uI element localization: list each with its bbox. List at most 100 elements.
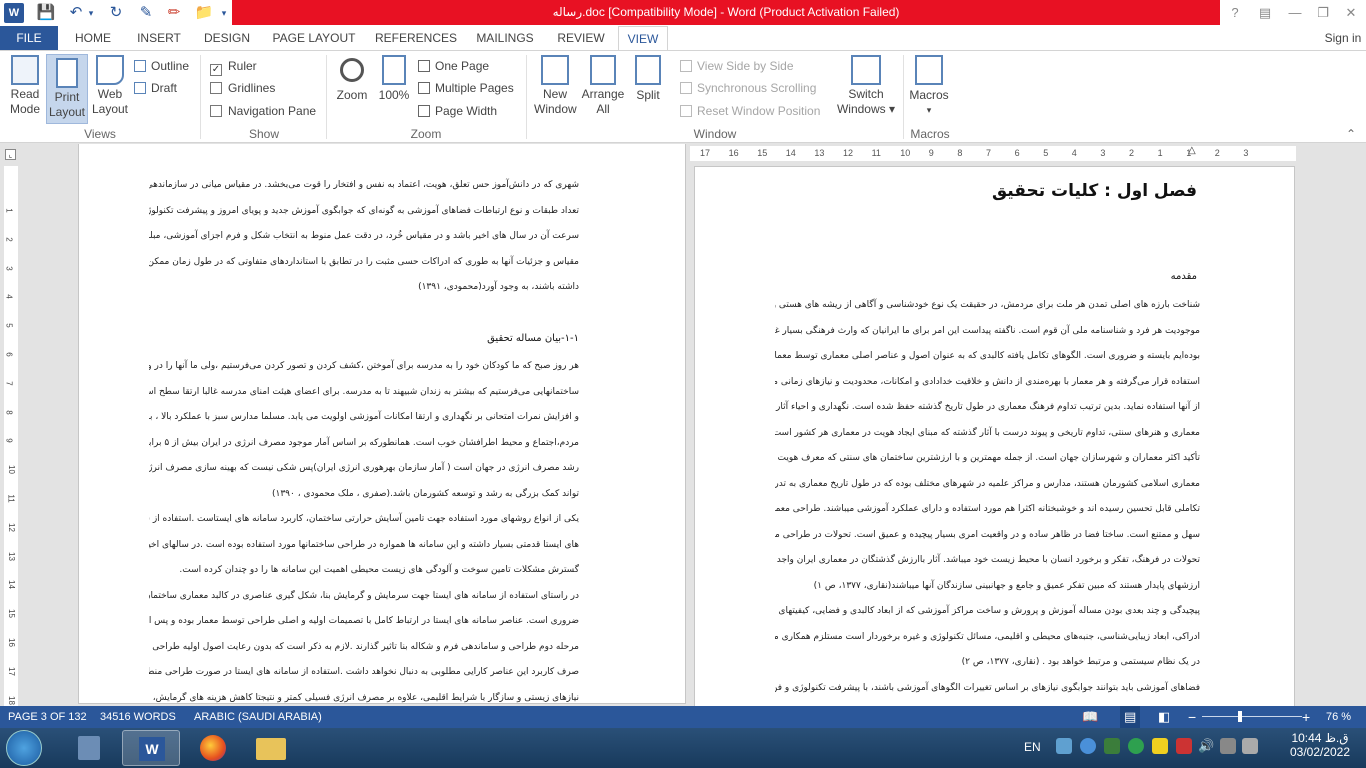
zoom-slider-thumb[interactable] <box>1238 711 1243 722</box>
new-window-icon <box>541 55 569 85</box>
tab-view[interactable]: VIEW <box>618 26 668 51</box>
macros-button[interactable]: Macros ▾ <box>906 55 952 123</box>
vertical-ruler[interactable]: 1 2 3 4 5 6 7 8 9 10 11 12 13 14 15 16 17 18 <box>4 166 18 706</box>
zoom-out-icon[interactable]: − <box>1188 706 1196 728</box>
switch-windows-button[interactable]: Switch Windows ▾ <box>836 55 896 123</box>
taskbar-app-word[interactable]: W <box>122 730 180 766</box>
tab-file[interactable]: FILE <box>0 26 58 50</box>
paragraph-line: ضروری است. عناصر سامانه های ایستا در ارت… <box>149 616 579 626</box>
minimize-icon[interactable]: — <box>1280 0 1310 25</box>
redo-icon[interactable]: ↻ <box>106 3 126 23</box>
multiple-pages-button[interactable]: Multiple Pages <box>418 78 514 98</box>
vruler-tick-label: 15 <box>6 609 16 619</box>
page-indicator[interactable]: PAGE 3 OF 132 <box>8 706 87 728</box>
gridlines-checkbox[interactable]: Gridlines <box>210 78 275 98</box>
undo-icon[interactable]: ↶ <box>66 3 86 23</box>
word-icon: W <box>139 737 165 761</box>
web-layout-button[interactable]: Web Layout <box>90 55 130 123</box>
restore-icon[interactable]: ❐ <box>1308 0 1338 25</box>
language-indicator[interactable]: ARABIC (SAUDI ARABIA) <box>194 706 322 728</box>
zoom-button[interactable]: Zoom <box>332 55 372 123</box>
tray-update-icon[interactable] <box>1080 738 1096 754</box>
separator <box>526 55 527 139</box>
draft-button[interactable]: Draft <box>134 78 177 98</box>
save-icon[interactable]: 💾 <box>36 3 56 23</box>
zoom-group-label: Zoom <box>410 127 442 141</box>
print-layout-view-icon[interactable]: ▤ <box>1120 706 1141 728</box>
tray-power-icon[interactable] <box>1242 738 1258 754</box>
indent-marker-icon[interactable]: △ <box>1188 145 1196 156</box>
document-page-right[interactable]: فصل اول : کلیات تحقیق مقدمه شناخت بارزه … <box>694 166 1295 706</box>
taskbar: W EN 🔊 10:44 ق.ظ 03/02/2022 <box>0 728 1366 768</box>
outline-button[interactable]: Outline <box>134 56 189 76</box>
customize-qat-icon[interactable]: ▾ <box>218 3 230 23</box>
folder-icon <box>256 738 286 760</box>
paragraph-line: سرعت آن در سال های اخیر باشد و در مقیاس … <box>149 231 579 241</box>
read-mode-label: Read <box>10 87 40 101</box>
ruler-tick-label: 5 <box>1043 148 1049 158</box>
zoom-slider[interactable] <box>1202 711 1302 722</box>
tray-volume-icon[interactable]: 🔊 <box>1198 738 1214 754</box>
read-mode-icon <box>11 55 39 85</box>
ruler-tick-label: 11 <box>871 148 881 158</box>
tray-security-icon[interactable] <box>1104 738 1120 754</box>
undo-dropdown-icon[interactable]: ▾ <box>86 3 96 23</box>
tab-insert[interactable]: INSERT <box>130 26 188 50</box>
one-page-button[interactable]: One Page <box>418 56 489 76</box>
web-layout-icon <box>96 55 124 85</box>
paragraph-line: مقیاس و جزئیات آنها به طوری که ادراکات ح… <box>149 256 579 267</box>
tab-design[interactable]: DESIGN <box>198 26 256 50</box>
edit-document-icon[interactable]: ✎ <box>136 3 156 23</box>
print-layout-button[interactable]: Print Layout <box>46 54 88 124</box>
paragraph-line: بوده‌ایم بایسته و ضروری است. الگوهای تکا… <box>775 351 1200 361</box>
clock[interactable]: 10:44 ق.ظ 03/02/2022 <box>1280 731 1360 759</box>
collapse-ribbon-icon[interactable]: ⌃ <box>1346 127 1356 141</box>
taskbar-app-firefox[interactable] <box>184 730 242 766</box>
zoom-percent[interactable]: 76 % <box>1326 706 1351 728</box>
tray-network-icon[interactable] <box>1056 738 1072 754</box>
horizontal-ruler[interactable]: 17 16 15 14 13 12 11 10 9 8 7 6 5 4 3 2 1 1 2 3 △ <box>690 145 1296 161</box>
tray-action-center-icon[interactable] <box>1220 738 1236 754</box>
page-width-button[interactable]: Page Width <box>418 101 497 121</box>
tray-notes-icon[interactable] <box>1152 738 1168 754</box>
taskbar-app-calc[interactable] <box>60 730 118 766</box>
close-icon[interactable]: ✕ <box>1336 0 1366 25</box>
taskbar-app-explorer[interactable] <box>242 730 300 766</box>
tab-review[interactable]: REVIEW <box>552 26 610 50</box>
switch-windows-label: Switch <box>848 87 884 101</box>
new-window-button[interactable]: New Window <box>534 55 577 123</box>
input-language[interactable]: EN <box>1024 740 1041 754</box>
tray-app-icon[interactable] <box>1128 738 1144 754</box>
web-layout-view-icon[interactable]: ◧ <box>1158 706 1170 728</box>
zoom-100-button[interactable]: 100% <box>376 55 412 123</box>
word-count[interactable]: 34516 WORDS <box>100 706 176 728</box>
ruler-checkbox[interactable]: ✓ Ruler <box>210 56 257 76</box>
tab-selector[interactable]: ⌞ <box>5 149 16 160</box>
zoom-in-icon[interactable]: + <box>1302 706 1310 728</box>
track-changes-icon[interactable]: ✏ <box>164 3 184 23</box>
page-100-icon <box>382 55 406 85</box>
read-mode-view-icon[interactable]: 📖 <box>1082 706 1098 728</box>
ruler-tick-label: 15 <box>757 148 768 158</box>
tab-references[interactable]: REFERENCES <box>372 26 460 50</box>
ribbon-display-options-icon[interactable]: ▤ <box>1250 0 1280 25</box>
tab-mailings[interactable]: MAILINGS <box>468 26 542 50</box>
paragraph-line: مردم،اجتماع و محیط اطرافشان خوب است. هما… <box>149 437 579 448</box>
word-app-icon[interactable]: W <box>4 3 24 23</box>
ruler-tick-label: 13 <box>814 148 825 158</box>
split-button[interactable]: Split <box>630 55 666 123</box>
synchronous-scrolling-button[interactable]: Synchronous Scrolling <box>680 78 816 98</box>
tab-page-layout[interactable]: PAGE LAYOUT <box>266 26 362 50</box>
open-folder-icon[interactable]: 📁 <box>194 3 214 23</box>
reset-window-position-button[interactable]: Reset Window Position <box>680 101 820 121</box>
sign-in-link[interactable]: Sign in <box>1320 26 1366 50</box>
tab-home[interactable]: HOME <box>66 26 120 50</box>
arrange-all-button[interactable]: Arrange All <box>580 55 626 123</box>
read-mode-button[interactable]: Read Mode <box>4 55 46 123</box>
navigation-pane-checkbox[interactable]: Navigation Pane <box>210 101 316 121</box>
tray-alert-icon[interactable] <box>1176 738 1192 754</box>
document-page-left[interactable]: شهری که در دانش‌آموز حس تعلق، هویت، اعتم… <box>78 144 686 704</box>
help-button[interactable]: ? <box>1220 0 1250 25</box>
view-side-by-side-button[interactable]: View Side by Side <box>680 56 794 76</box>
start-button-icon[interactable] <box>6 730 42 766</box>
